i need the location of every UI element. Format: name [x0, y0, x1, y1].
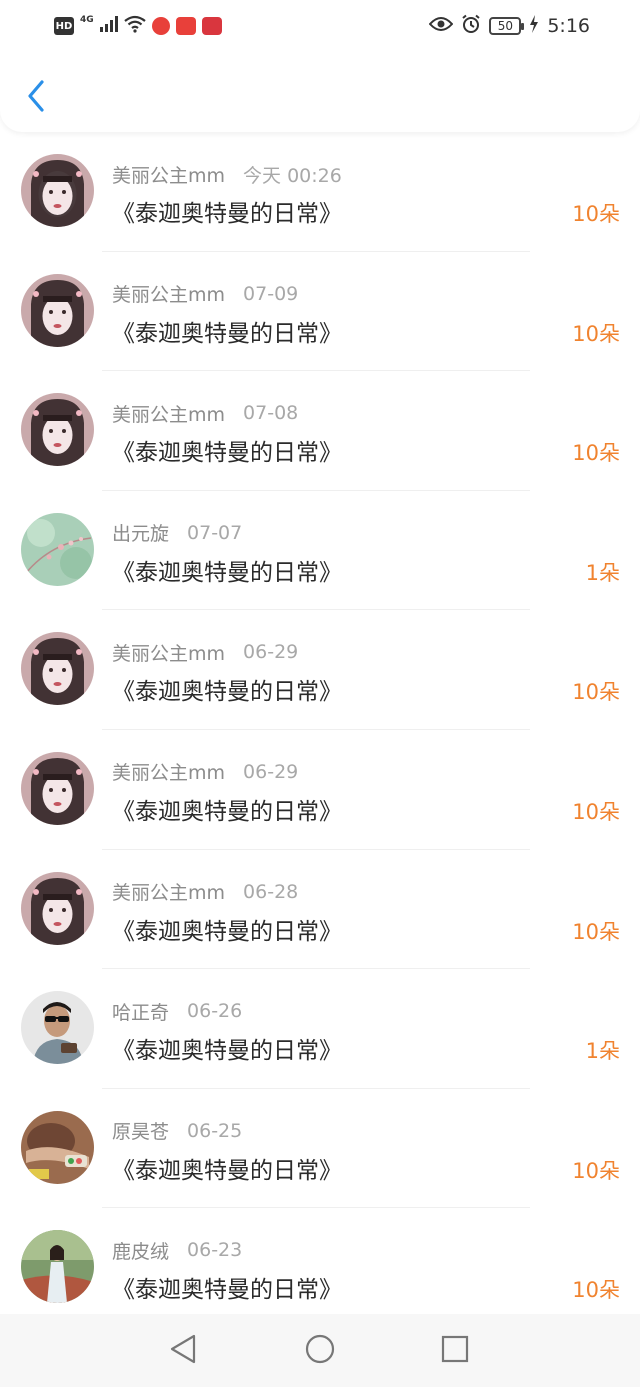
- hd-indicator: HD: [54, 17, 74, 35]
- system-navigation-bar: [0, 1314, 640, 1387]
- list-item[interactable]: 美丽公主mm 06-29 《泰迦奥特曼的日常》 10朵: [0, 610, 640, 730]
- record-time: 06-26: [187, 1000, 243, 1023]
- signal-icon: [99, 16, 118, 36]
- gift-amount: 1朵: [585, 560, 620, 585]
- news-app-icon: [175, 17, 196, 35]
- record-time: 今天 00:26: [243, 164, 342, 187]
- user-name[interactable]: 美丽公主mm: [112, 161, 225, 188]
- record-meta: 出元旋 07-07: [112, 519, 242, 547]
- book-title[interactable]: 《泰迦奥特曼的日常》: [112, 314, 342, 348]
- store-app-icon: [201, 17, 222, 35]
- list-item[interactable]: 鹿皮绒 06-23 《泰迦奥特曼的日常》 10朵: [0, 1208, 640, 1328]
- circle-home-icon: [304, 1333, 336, 1369]
- record-time: 06-23: [187, 1239, 243, 1262]
- gift-amount: 10朵: [572, 1278, 620, 1303]
- network-type: 4G: [80, 15, 94, 25]
- record-meta: 美丽公主mm 07-08: [112, 399, 298, 427]
- avatar[interactable]: [21, 1230, 94, 1304]
- alarm-icon: [461, 14, 481, 38]
- record-meta: 原昊苍 06-25: [112, 1117, 242, 1145]
- record-meta: 美丽公主mm 06-29: [112, 638, 298, 666]
- list-item[interactable]: 原昊苍 06-25 《泰迦奥特曼的日常》 10朵: [0, 1089, 640, 1209]
- user-name[interactable]: 美丽公主mm: [112, 878, 225, 905]
- record-meta: 美丽公主mm 07-09: [112, 280, 298, 308]
- book-title[interactable]: 《泰迦奥特曼的日常》: [112, 1031, 342, 1065]
- status-left-group: HD 4G: [54, 14, 222, 38]
- avatar[interactable]: [21, 393, 94, 467]
- gift-amount: 10朵: [572, 202, 620, 226]
- gift-amount: 1朵: [585, 1039, 620, 1064]
- gift-amount: 10朵: [572, 1158, 620, 1183]
- status-bar: HD 4G 50 5:16: [0, 0, 640, 52]
- record-meta: 美丽公主mm 今天 00:26: [112, 160, 342, 188]
- list-item[interactable]: 出元旋 07-07 《泰迦奥特曼的日常》 1朵: [0, 491, 640, 611]
- record-time: 06-29: [243, 641, 299, 664]
- avatar[interactable]: [21, 751, 94, 825]
- book-title[interactable]: 《泰迦奥特曼的日常》: [112, 672, 342, 706]
- record-time: 06-25: [187, 1119, 243, 1142]
- list-item[interactable]: 美丽公主mm 06-28 《泰迦奥特曼的日常》 10朵: [0, 850, 640, 970]
- record-meta: 美丽公主mm 06-29: [112, 758, 298, 786]
- list-item[interactable]: 美丽公主mm 07-09 《泰迦奥特曼的日常》 10朵: [0, 252, 640, 372]
- record-time: 07-07: [187, 521, 243, 544]
- user-name[interactable]: 美丽公主mm: [112, 758, 225, 785]
- avatar[interactable]: [21, 1110, 94, 1184]
- record-time: 06-29: [243, 760, 299, 783]
- gift-amount: 10朵: [572, 441, 620, 466]
- book-title[interactable]: 《泰迦奥特曼的日常》: [112, 194, 342, 228]
- gift-amount: 10朵: [572, 799, 620, 824]
- avatar[interactable]: [21, 273, 94, 347]
- user-name[interactable]: 美丽公主mm: [112, 639, 225, 666]
- top-header: HD 4G 50 5:16: [0, 0, 640, 132]
- charging-icon: [529, 15, 539, 37]
- triangle-back-icon: [168, 1333, 198, 1369]
- user-name[interactable]: 出元旋: [112, 519, 169, 546]
- avatar[interactable]: [21, 871, 94, 945]
- record-meta: 鹿皮绒 06-23: [112, 1236, 242, 1264]
- eye-icon: [428, 16, 454, 36]
- status-right-group: 50 5:16: [428, 12, 590, 40]
- clock-time: 5:16: [547, 15, 590, 37]
- user-name[interactable]: 哈正奇: [112, 998, 169, 1025]
- user-name[interactable]: 原昊苍: [112, 1117, 169, 1144]
- user-name[interactable]: 美丽公主mm: [112, 280, 225, 307]
- battery-indicator: 50: [489, 17, 525, 35]
- list-item[interactable]: 美丽公主mm 07-08 《泰迦奥特曼的日常》 10朵: [0, 371, 640, 491]
- nav-recents-button[interactable]: [438, 1334, 472, 1368]
- book-title[interactable]: 《泰迦奥特曼的日常》: [112, 912, 342, 946]
- list-item[interactable]: 哈正奇 06-26 《泰迦奥特曼的日常》 1朵: [0, 969, 640, 1089]
- gift-records-page: HD 4G 50 5:16 美丽公主mm 今天 00:26 《泰迦奥特曼的日常》…: [0, 0, 640, 1387]
- avatar[interactable]: [21, 991, 94, 1065]
- gift-amount: 10朵: [572, 919, 620, 944]
- record-time: 06-28: [243, 880, 299, 903]
- nav-home-button[interactable]: [303, 1334, 337, 1368]
- record-meta: 美丽公主mm 06-28: [112, 878, 298, 906]
- gift-amount: 10朵: [572, 680, 620, 705]
- square-recents-icon: [440, 1334, 470, 1368]
- book-title[interactable]: 《泰迦奥特曼的日常》: [112, 1151, 342, 1185]
- list-item[interactable]: 美丽公主mm 今天 00:26 《泰迦奥特曼的日常》 10朵: [0, 132, 640, 252]
- avatar[interactable]: [21, 632, 94, 706]
- book-title[interactable]: 《泰迦奥特曼的日常》: [112, 792, 342, 826]
- book-title[interactable]: 《泰迦奥特曼的日常》: [112, 553, 342, 587]
- book-title[interactable]: 《泰迦奥特曼的日常》: [112, 433, 342, 467]
- record-time: 07-09: [243, 282, 299, 305]
- gift-record-list: 美丽公主mm 今天 00:26 《泰迦奥特曼的日常》 10朵 美丽公主mm 07…: [0, 132, 640, 1328]
- avatar[interactable]: [21, 154, 94, 227]
- user-name[interactable]: 鹿皮绒: [112, 1237, 169, 1264]
- back-button[interactable]: [18, 78, 54, 118]
- book-title[interactable]: 《泰迦奥特曼的日常》: [112, 1270, 342, 1304]
- user-name[interactable]: 美丽公主mm: [112, 400, 225, 427]
- app-notification-icon: [151, 17, 170, 35]
- gift-amount: 10朵: [572, 321, 620, 346]
- list-item[interactable]: 美丽公主mm 06-29 《泰迦奥特曼的日常》 10朵: [0, 730, 640, 850]
- record-time: 07-08: [243, 402, 299, 425]
- chevron-left-icon: [26, 80, 46, 116]
- wifi-icon: [123, 15, 146, 37]
- avatar[interactable]: [21, 512, 94, 586]
- record-meta: 哈正奇 06-26: [112, 997, 242, 1025]
- nav-back-button[interactable]: [166, 1334, 200, 1368]
